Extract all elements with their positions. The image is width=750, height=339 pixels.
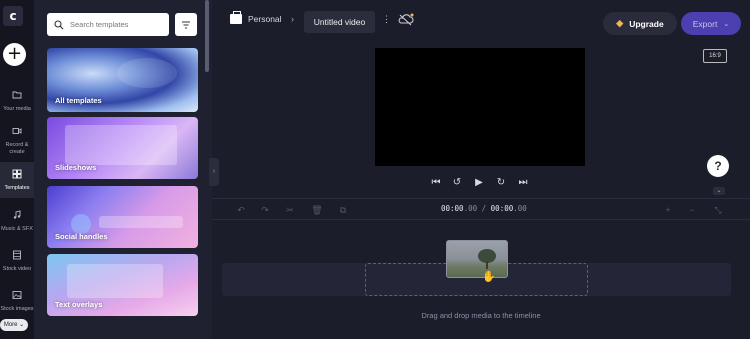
template-card-text-overlays[interactable]: Text overlays [47,254,198,316]
video-preview[interactable] [375,48,585,166]
workspace-breadcrumb[interactable]: Personal [230,11,282,24]
top-bar: Personal › Untitled video ⋮ ◆ Upgrade Ex… [212,0,750,44]
rail-item-music[interactable]: Music & SFX [0,210,34,236]
time-total: 00:00 [490,204,514,213]
rail-label: Your media [3,106,31,112]
music-icon [11,210,23,222]
add-button[interactable]: + [3,43,26,66]
skip-back-icon[interactable]: ⏮ [428,175,444,191]
chevron-down-icon: ⌄ [723,20,730,28]
time-separator: / [477,204,491,213]
project-title[interactable]: Untitled video [304,11,375,33]
export-button[interactable]: Export ⌄ [681,12,741,35]
rail-label: Templates [4,185,30,191]
zoom-out-icon[interactable]: − [685,203,699,217]
template-card-slideshows[interactable]: Slideshows [47,117,198,179]
play-icon[interactable]: ▶ [471,175,487,191]
drop-hint: Drag and drop media to the timeline [421,311,541,320]
search-icon [54,19,64,29]
grab-cursor-icon: ✋ [482,271,496,283]
chevron-left-icon: ‹ [212,168,216,175]
rail-label: Record & create [5,142,29,155]
upgrade-button[interactable]: ◆ Upgrade [603,12,677,35]
rail-label: Stock images [0,306,34,312]
camera-icon [11,126,23,138]
time-current: 00:00 [441,204,464,213]
forward-5-icon[interactable]: ↻ [493,175,509,191]
zoom-in-icon[interactable]: + [661,203,675,217]
app-logo[interactable]: c [3,6,23,26]
card-decoration [71,214,91,234]
cut-icon[interactable]: ✂ [283,203,297,217]
card-decoration [65,125,177,165]
rail-label: Stock video [2,266,32,272]
workspace-label: Personal [248,14,282,24]
timeline-toolbar: ↶ ↷ ✂ 🗑 ⧉ 00:00.00 / 00:00.00 + − ⤡ [212,198,750,220]
left-rail: c + Your media Record & create Templates [0,0,34,339]
card-title: Slideshows [55,163,97,172]
undo-icon[interactable]: ↶ [234,203,248,217]
upgrade-label: Upgrade [629,18,664,29]
rewind-5-icon[interactable]: ↺ [449,175,465,191]
card-decoration [117,58,177,88]
template-card-all[interactable]: All templates [47,48,198,112]
editor-app: c + Your media Record & create Templates [0,0,750,339]
fit-timeline-icon[interactable]: ⤡ [711,203,725,217]
playback-controls: ⏮ ↺ ▶ ↻ ⏭ [426,175,536,191]
tree-trunk [486,261,488,269]
search-input[interactable]: Search templates [47,13,169,36]
gem-icon: ◆ [616,18,624,28]
card-title: Social handles [55,232,108,241]
time-current-frac: .00 [463,204,478,213]
card-decoration [99,216,183,228]
chevron-down-icon[interactable]: ⌄ [713,187,725,195]
template-card-social-handles[interactable]: Social handles [47,186,198,248]
skip-forward-icon[interactable]: ⏭ [515,175,531,191]
time-total-frac: .00 [513,204,527,213]
film-icon [11,250,23,262]
card-title: Text overlays [55,300,103,309]
logo-letter: c [9,9,17,23]
filter-icon [182,21,190,28]
rail-item-your-media[interactable]: Your media [0,90,34,114]
grid-icon [11,169,23,181]
cloud-sync-icon[interactable] [397,12,415,28]
export-label: Export [692,18,718,29]
timecode: 00:00.00 / 00:00.00 [441,204,527,213]
rail-label: Music & SFX [1,226,33,232]
rail-item-stock-video[interactable]: Stock video [0,250,34,276]
card-decoration [67,264,163,298]
delete-icon[interactable]: 🗑 [310,203,324,217]
rail-item-stock-images[interactable]: Stock images [0,290,34,316]
aspect-ratio-button[interactable]: 16:9 [703,49,727,63]
search-placeholder: Search templates [70,20,129,29]
duplicate-icon[interactable]: ⧉ [336,203,350,217]
help-button[interactable]: ? [707,155,729,177]
chevron-right-icon: › [291,14,294,24]
panel-scrollbar[interactable] [205,0,209,72]
briefcase-icon [230,11,242,24]
collapse-panel-button[interactable]: ‹ [209,158,219,186]
filter-button[interactable] [175,13,197,36]
more-options-icon[interactable]: ⋮ [382,14,391,25]
card-title: All templates [55,96,102,105]
redo-icon[interactable]: ↷ [258,203,272,217]
more-button[interactable]: More ⌄ [0,319,28,331]
templates-panel: Search templates All templates Slideshow… [34,0,212,339]
image-icon [11,290,23,302]
folder-icon [11,90,23,102]
rail-item-record[interactable]: Record & create [0,126,34,156]
rail-item-templates[interactable]: Templates [0,162,34,198]
dragged-media-thumbnail[interactable] [446,240,508,278]
